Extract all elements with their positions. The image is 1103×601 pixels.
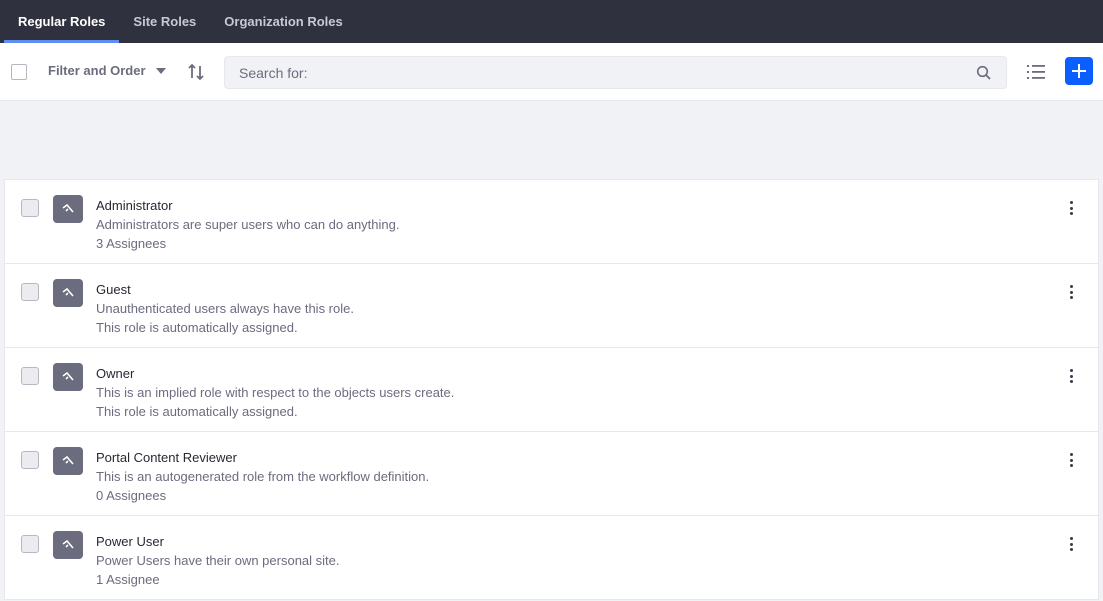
search-input[interactable] <box>225 57 976 88</box>
list-item: Administrator Administrators are super u… <box>5 180 1098 264</box>
role-description: Unauthenticated users always have this r… <box>96 301 354 316</box>
caret-down-icon <box>155 67 166 74</box>
tab-regular-roles[interactable]: Regular Roles <box>4 0 120 43</box>
management-toolbar: Filter and Order <box>0 43 1103 101</box>
user-role-icon <box>62 287 74 297</box>
list-item: Guest Unauthenticated users always have … <box>5 264 1098 348</box>
plus-icon <box>1072 64 1086 78</box>
tab-site-roles[interactable]: Site Roles <box>119 0 210 43</box>
search-icon[interactable] <box>976 65 992 81</box>
role-sticker <box>53 447 83 475</box>
list-item: Owner This is an implied role with respe… <box>5 348 1098 432</box>
role-detail: 3 Assignees <box>96 236 167 251</box>
row-checkbox[interactable] <box>21 367 39 385</box>
role-title[interactable]: Owner <box>96 364 454 383</box>
list-item: Power User Power Users have their own pe… <box>5 516 1098 600</box>
role-description: This is an implied role with respect to … <box>96 385 455 400</box>
role-title[interactable]: Guest <box>96 280 354 299</box>
actions-kebab-icon[interactable] <box>1066 200 1076 216</box>
select-all-checkbox[interactable] <box>11 64 27 80</box>
role-sticker <box>53 279 83 307</box>
roles-navbar: Regular Roles Site Roles Organization Ro… <box>0 0 1103 43</box>
row-checkbox[interactable] <box>21 535 39 553</box>
role-sticker <box>53 531 83 559</box>
actions-kebab-icon[interactable] <box>1066 452 1076 468</box>
filter-and-order-label: Filter and Order <box>48 63 146 78</box>
search-bar <box>224 56 1007 89</box>
user-role-icon <box>62 371 74 381</box>
row-checkbox[interactable] <box>21 283 39 301</box>
role-description: Administrators are super users who can d… <box>96 217 400 232</box>
role-description: This is an autogenerated role from the w… <box>96 469 430 484</box>
role-detail: This role is automatically assigned. <box>96 320 298 335</box>
list-item: Portal Content Reviewer This is an autog… <box>5 432 1098 516</box>
role-detail: 0 Assignees <box>96 488 167 503</box>
list-view-icon[interactable] <box>1026 63 1046 81</box>
row-checkbox[interactable] <box>21 199 39 217</box>
user-role-icon <box>62 455 74 465</box>
role-sticker <box>53 195 83 223</box>
role-sticker <box>53 363 83 391</box>
role-detail: 1 Assignee <box>96 572 160 587</box>
add-button[interactable] <box>1065 57 1093 85</box>
sort-icon[interactable] <box>186 62 206 82</box>
actions-kebab-icon[interactable] <box>1066 284 1076 300</box>
role-title[interactable]: Administrator <box>96 196 400 215</box>
tab-organization-roles[interactable]: Organization Roles <box>210 0 356 43</box>
role-detail: This role is automatically assigned. <box>96 404 298 419</box>
row-checkbox[interactable] <box>21 451 39 469</box>
filter-and-order-dropdown[interactable]: Filter and Order <box>48 63 166 78</box>
actions-kebab-icon[interactable] <box>1066 368 1076 384</box>
roles-list: Administrator Administrators are super u… <box>4 179 1099 600</box>
user-role-icon <box>62 203 74 213</box>
user-role-icon <box>62 539 74 549</box>
role-title[interactable]: Portal Content Reviewer <box>96 448 429 467</box>
role-description: Power Users have their own personal site… <box>96 553 340 568</box>
actions-kebab-icon[interactable] <box>1066 536 1076 552</box>
role-title[interactable]: Power User <box>96 532 340 551</box>
